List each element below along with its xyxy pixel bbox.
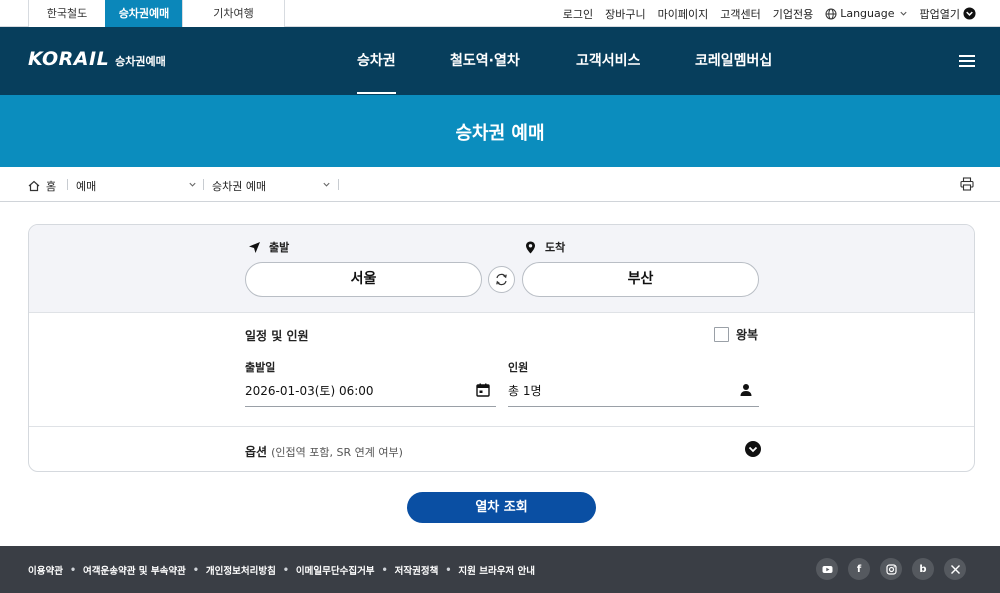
search-trains-button[interactable]: 열차 조회 (407, 492, 596, 523)
options-description: (인접역 포함, SR 연계 여부) (271, 446, 403, 459)
popup-open-button[interactable]: 팝업열기 (920, 6, 976, 22)
options-title: 옵션 (인접역 포함, SR 연계 여부) (245, 443, 403, 460)
departure-station-button[interactable]: 서울 (245, 262, 482, 297)
tab-train-travel[interactable]: 기차여행 (182, 0, 285, 27)
social-links: f b (806, 558, 966, 580)
page-title: 승차권 예매 (455, 123, 545, 144)
instagram-icon[interactable] (880, 558, 902, 580)
footer-link-browser-support[interactable]: 지원 브라우저 안내 (458, 563, 535, 577)
footer-separator: • (192, 564, 199, 576)
chevron-down-circle-icon[interactable] (745, 441, 761, 457)
login-link[interactable]: 로그인 (563, 6, 593, 22)
navigation-arrow-icon (249, 241, 260, 253)
passenger-field[interactable]: 총 1명 (508, 377, 759, 407)
arrival-station-button[interactable]: 부산 (522, 262, 759, 297)
blog-icon[interactable]: b (912, 558, 934, 580)
title-band: 승차권 예매 (0, 95, 1000, 167)
utility-links: 로그인 장바구니 마이페이지 고객센터 기업전용 Language 팝업열기 (563, 0, 976, 27)
footer: 이용약관 • 여객운송약관 및 부속약관 • 개인정보처리방침 • 이메일무단수… (0, 546, 1000, 593)
print-icon[interactable] (960, 177, 974, 191)
breadcrumb-level2[interactable]: 승차권 예매 (212, 178, 266, 194)
breadcrumb-level1[interactable]: 예매 (76, 178, 96, 194)
arrival-label-row: 도착 (524, 239, 565, 255)
x-icon[interactable] (944, 558, 966, 580)
footer-link-terms[interactable]: 이용약관 (28, 563, 63, 577)
cart-link[interactable]: 장바구니 (605, 6, 645, 22)
nav-item-stations-trains[interactable]: 철도역·열차 (450, 27, 520, 95)
breadcrumb-home-label: 홈 (46, 180, 57, 193)
checkbox-box[interactable] (714, 327, 729, 342)
booking-card: 출발 도착 서울 부산 일정 및 인원 왕복 출발일 2026-01-03(토)… (28, 224, 975, 472)
breadcrumb-divider (67, 179, 68, 190)
facebook-icon[interactable]: f (848, 558, 870, 580)
chevron-down-icon[interactable] (322, 180, 331, 189)
utility-bar: 한국철도 승차권예매 기차여행 로그인 장바구니 마이페이지 고객센터 기업전용… (0, 0, 1000, 27)
chevron-down-icon (899, 11, 907, 16)
map-pin-icon (526, 241, 535, 253)
route-section: 출발 도착 서울 부산 (29, 225, 974, 313)
hamburger-menu-icon[interactable] (959, 54, 975, 68)
arrival-label: 도착 (545, 241, 566, 254)
nav-item-customer-service[interactable]: 고객서비스 (576, 27, 640, 95)
language-selector[interactable]: Language (825, 7, 907, 20)
chevron-circle-icon (963, 7, 976, 20)
footer-links: 이용약관 • 여객운송약관 및 부속약관 • 개인정보처리방침 • 이메일무단수… (28, 563, 535, 578)
date-field[interactable]: 2026-01-03(토) 06:00 (245, 377, 496, 407)
breadcrumb-divider (338, 179, 339, 190)
home-icon (28, 180, 40, 192)
options-section[interactable]: 옵션 (인접역 포함, SR 연계 여부) (29, 426, 974, 471)
nav-item-membership[interactable]: 코레일멤버십 (695, 27, 772, 95)
footer-separator: • (445, 564, 452, 576)
language-label: Language (840, 7, 895, 20)
korail-logo[interactable]: KORAIL 승차권예매 (28, 48, 166, 70)
globe-icon (825, 8, 837, 19)
logo-subtitle: 승차권예매 (115, 55, 166, 68)
breadcrumb-divider (203, 179, 204, 190)
mypage-link[interactable]: 마이페이지 (658, 6, 709, 22)
footer-link-copyright[interactable]: 저작권정책 (395, 563, 439, 577)
footer-separator: • (381, 564, 388, 576)
date-value: 2026-01-03(토) 06:00 (245, 384, 374, 398)
site-tabs: 한국철도 승차권예매 기차여행 (28, 0, 285, 27)
footer-link-transport-terms[interactable]: 여객운송약관 및 부속약관 (83, 563, 186, 577)
footer-link-email-policy[interactable]: 이메일무단수집거부 (296, 563, 375, 577)
departure-label-row: 출발 (248, 239, 289, 255)
nav-item-tickets[interactable]: 승차권 (357, 27, 396, 95)
date-label: 출발일 (245, 361, 276, 374)
swap-stations-button[interactable] (488, 266, 515, 293)
main-nav: KORAIL 승차권예매 승차권 철도역·열차 고객서비스 코레일멤버십 (0, 27, 1000, 95)
roundtrip-label: 왕복 (736, 328, 759, 342)
popup-label: 팝업열기 (919, 7, 960, 21)
tab-korail[interactable]: 한국철도 (28, 0, 105, 27)
swap-icon (496, 273, 507, 286)
footer-separator: • (282, 564, 289, 576)
options-label: 옵션 (245, 445, 268, 459)
youtube-icon[interactable] (816, 558, 838, 580)
passenger-label: 인원 (508, 361, 529, 374)
person-icon[interactable] (739, 383, 753, 397)
footer-link-privacy[interactable]: 개인정보처리방침 (206, 563, 276, 577)
corporate-link[interactable]: 기업전용 (773, 6, 813, 22)
departure-label: 출발 (269, 241, 290, 254)
breadcrumb: 홈 예매 승차권 예매 (0, 167, 1000, 202)
calendar-icon[interactable] (476, 383, 490, 397)
logo-mark: KORAIL (28, 48, 110, 70)
roundtrip-checkbox[interactable]: 왕복 (714, 326, 758, 343)
passenger-value: 총 1명 (508, 384, 542, 398)
schedule-title: 일정 및 인원 (245, 329, 309, 343)
breadcrumb-home[interactable]: 홈 (28, 178, 56, 194)
customer-center-link[interactable]: 고객센터 (720, 6, 760, 22)
tab-ticket-booking[interactable]: 승차권예매 (105, 0, 182, 27)
footer-separator: • (69, 564, 77, 576)
chevron-down-icon[interactable] (188, 180, 197, 189)
